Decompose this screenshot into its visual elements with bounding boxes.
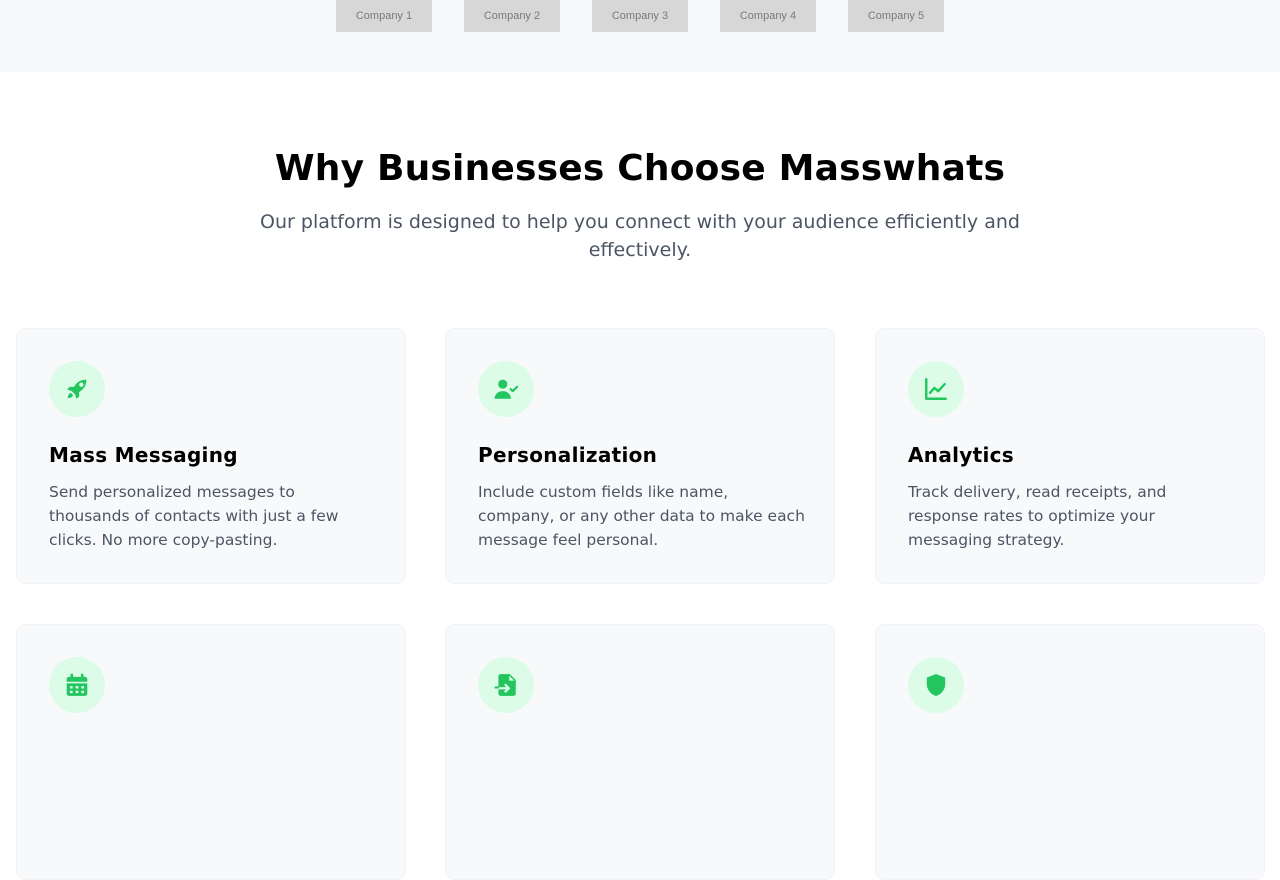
- feature-card-security: [875, 624, 1265, 880]
- feature-card-scheduling: [16, 624, 406, 880]
- rocket-icon: [49, 361, 105, 417]
- chart-line-icon: [908, 361, 964, 417]
- features-section-subtitle: Our platform is designed to help you con…: [260, 211, 1020, 261]
- company-logo: Company 3: [592, 0, 688, 32]
- feature-card-personalization: Personalization Include custom fields li…: [445, 328, 835, 584]
- feature-card-description: Track delivery, read receipts, and respo…: [908, 483, 1167, 549]
- company-logo: Company 4: [720, 0, 816, 32]
- feature-card-title: Personalization: [478, 443, 658, 467]
- calendar-icon: [49, 657, 105, 713]
- company-logo: Company 2: [464, 0, 560, 32]
- company-logo: Company 5: [848, 0, 944, 32]
- feature-card-mass-messaging: Mass Messaging Send personalized message…: [16, 328, 406, 584]
- features-section-title: Why Businesses Choose Masswhats: [274, 148, 1006, 189]
- shield-icon: [908, 657, 964, 713]
- trusted-by-logos-band: Company 1 Company 2 Company 3 Company 4 …: [0, 0, 1280, 72]
- file-import-icon: [478, 657, 534, 713]
- user-check-icon: [478, 361, 534, 417]
- feature-card-description: Send personalized messages to thousands …: [49, 483, 339, 549]
- company-logo: Company 1: [336, 0, 432, 32]
- feature-card-import: [445, 624, 835, 880]
- feature-card-analytics: Analytics Track delivery, read receipts,…: [875, 328, 1265, 584]
- feature-card-description: Include custom fields like name, company…: [478, 483, 805, 549]
- feature-card-title: Analytics: [908, 443, 1014, 467]
- feature-card-title: Mass Messaging: [49, 443, 238, 467]
